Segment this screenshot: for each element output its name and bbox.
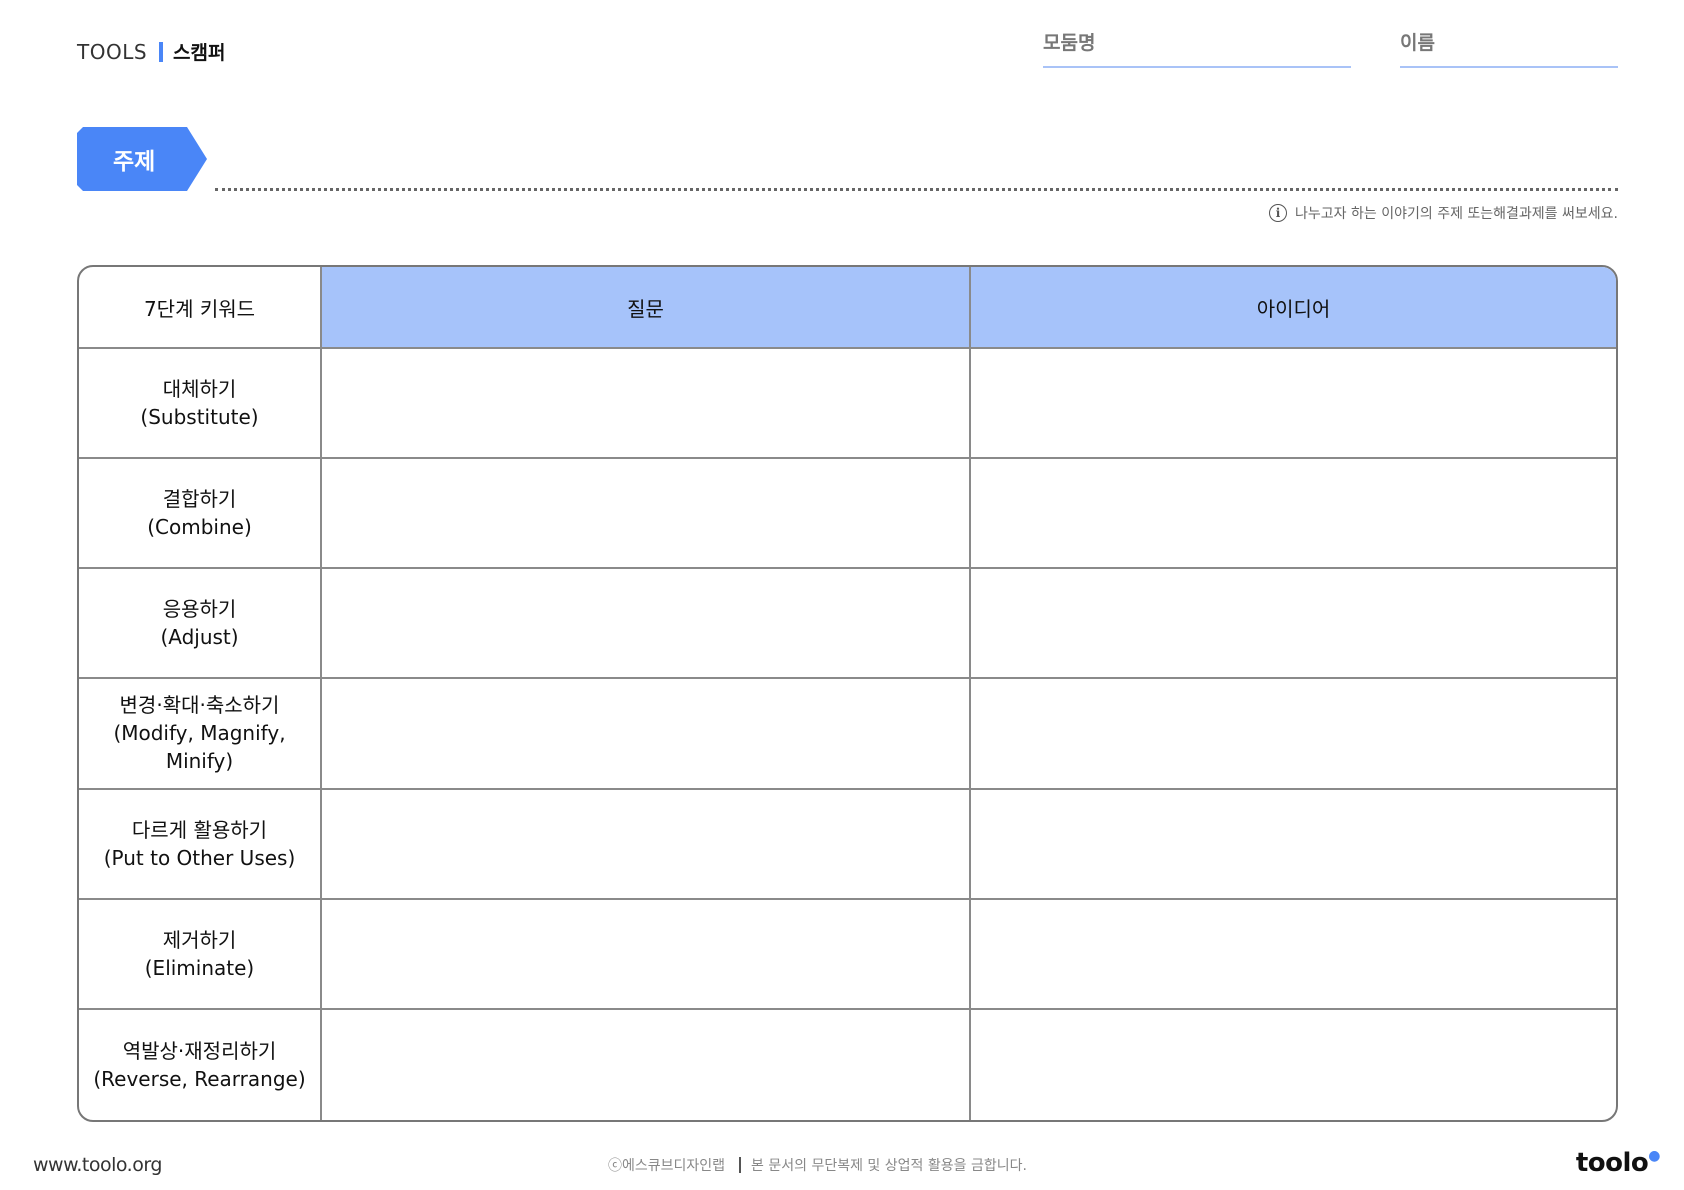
keyword-ko: 다르게 활용하기	[131, 817, 268, 842]
header-keyword: 7단계 키워드	[79, 267, 322, 349]
copyright-text: ⓒ에스큐브디자인랩	[608, 1158, 726, 1174]
keyword-ko: 응용하기	[162, 597, 237, 622]
keyword-en: (Put to Other Uses)	[103, 845, 296, 870]
name-label: 이름	[1400, 32, 1435, 54]
question-cell[interactable]	[322, 569, 971, 680]
keyword-cell: 응용하기 (Adjust)	[79, 569, 322, 680]
header-idea: 아이디어	[971, 267, 1616, 349]
idea-cell[interactable]	[971, 900, 1616, 1010]
keyword-ko: 역발상·재정리하기	[122, 1038, 277, 1063]
idea-cell[interactable]	[971, 569, 1616, 680]
keyword-ko: 결합하기	[162, 487, 237, 512]
group-name-field[interactable]: 모둠명	[1043, 28, 1351, 68]
footer-url[interactable]: www.toolo.org	[33, 1154, 162, 1176]
idea-cell[interactable]	[971, 459, 1616, 570]
info-icon: i	[1269, 204, 1288, 222]
keyword-cell: 변경·확대·축소하기 (Modify, Magnify, Minify)	[79, 679, 322, 790]
keyword-ko: 대체하기	[162, 377, 237, 402]
notice-text: 본 문서의 무단복제 및 상업적 활용을 금합니다.	[751, 1158, 1027, 1174]
idea-cell[interactable]	[971, 679, 1616, 790]
keyword-cell: 다르게 활용하기 (Put to Other Uses)	[79, 789, 322, 900]
topic-tag: 주제	[77, 127, 207, 191]
idea-cell[interactable]	[971, 1010, 1616, 1120]
logo-text: toolo	[1575, 1148, 1649, 1178]
keyword-cell: 제거하기 (Eliminate)	[79, 899, 322, 1010]
header-question: 질문	[322, 267, 971, 349]
toolo-logo: toolo●	[1575, 1148, 1661, 1178]
name-field[interactable]: 이름	[1400, 28, 1618, 68]
header-divider	[159, 41, 164, 62]
keyword-ko: 제거하기	[162, 927, 237, 952]
keyword-en: (Adjust)	[160, 625, 239, 650]
tool-name: 스캠퍼	[173, 42, 226, 64]
header-breadcrumb: TOOLS 스캠퍼	[77, 38, 226, 65]
keyword-en: (Reverse, Rearrange)	[93, 1066, 306, 1091]
footer-divider	[739, 1157, 742, 1173]
scamper-table: 7단계 키워드 질문 아이디어 대체하기 (Substitute) 결합하기 (…	[77, 265, 1618, 1122]
topic-hint-text: 나누고자 하는 이야기의 주제 또는해결과제를 써보세요.	[1295, 206, 1618, 222]
idea-cell[interactable]	[971, 790, 1616, 900]
tools-label: TOOLS	[77, 39, 148, 64]
question-cell[interactable]	[322, 1009, 971, 1120]
keyword-en: (Eliminate)	[144, 955, 255, 980]
keyword-en: (Substitute)	[140, 405, 259, 430]
question-cell[interactable]	[322, 679, 971, 790]
topic-hint: i 나누고자 하는 이야기의 주제 또는해결과제를 써보세요.	[1269, 203, 1618, 223]
keyword-cell: 역발상·재정리하기 (Reverse, Rearrange)	[79, 1009, 322, 1120]
topic-input-line[interactable]	[215, 188, 1618, 191]
logo-dot-icon: ●	[1648, 1148, 1660, 1164]
group-name-label: 모둠명	[1043, 32, 1096, 54]
keyword-cell: 결합하기 (Combine)	[79, 459, 322, 570]
keyword-en: (Modify, Magnify, Minify)	[113, 721, 286, 774]
keyword-en: (Combine)	[147, 515, 252, 540]
idea-cell[interactable]	[971, 349, 1616, 460]
keyword-cell: 대체하기 (Substitute)	[79, 349, 322, 460]
question-cell[interactable]	[322, 349, 971, 460]
question-cell[interactable]	[322, 459, 971, 570]
keyword-ko: 변경·확대·축소하기	[119, 693, 280, 718]
footer-copyright: ⓒ에스큐브디자인랩 본 문서의 무단복제 및 상업적 활용을 금합니다.	[608, 1155, 1027, 1175]
question-cell[interactable]	[322, 789, 971, 900]
question-cell[interactable]	[322, 899, 971, 1010]
